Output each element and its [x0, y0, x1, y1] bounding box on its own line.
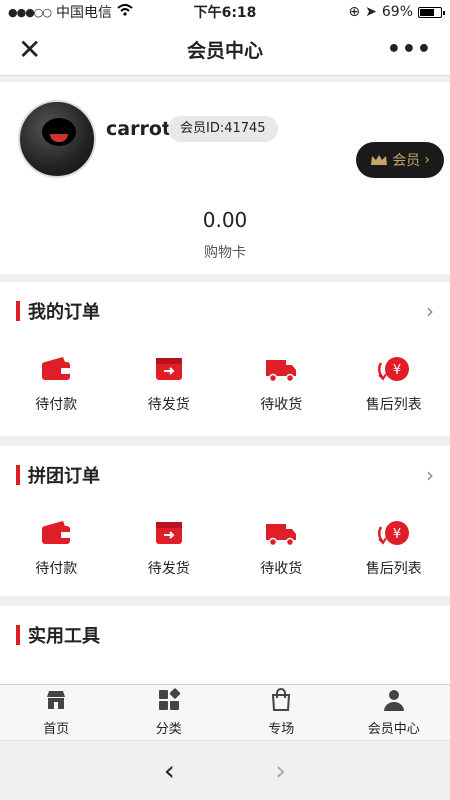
my-orders-icons: 待付款 待发货 待收货 ¥ 售后列表 [0, 340, 450, 422]
battery-icon [418, 6, 445, 18]
battery-text: 69% [381, 4, 413, 20]
my-orders-item-3[interactable]: ¥ 售后列表 [338, 340, 450, 422]
group-orders-item-2[interactable]: 待收货 [225, 504, 338, 586]
my-orders-item-2[interactable]: 待收货 [225, 340, 338, 422]
group-orders-item-0[interactable]: 待付款 [0, 504, 113, 586]
card-balance[interactable]: 0.00 [0, 208, 450, 232]
wallet-icon [39, 354, 73, 388]
profile-card: carrot 会员ID:41745 会员 › 0.00 购物卡 [0, 82, 450, 274]
carrier-text: 中国电信 [56, 5, 112, 21]
member-id-badge: 会员ID:41745 [168, 116, 278, 142]
yen-refund-icon: ¥ [377, 354, 411, 388]
wifi-icon [117, 4, 133, 20]
tab-label: 首页 [43, 722, 70, 737]
tab-label: 分类 [155, 722, 182, 737]
my-orders-item-label: 售后列表 [365, 397, 422, 413]
group-orders-item-3[interactable]: ¥ 售后列表 [338, 504, 450, 586]
my-orders-header[interactable]: 我的订单 › [0, 282, 450, 340]
tab-0[interactable]: 首页 [0, 685, 113, 740]
signal-icon: ●●●○○ [8, 5, 52, 19]
section-marker [16, 625, 20, 645]
my-orders-item-label: 待付款 [35, 397, 78, 413]
tab-3[interactable]: 会员中心 [338, 685, 450, 740]
truck-icon [264, 518, 298, 552]
group-orders-section: 拼团订单 › 待付款 待发货 待收货 ¥ 售后列表 [0, 446, 450, 596]
bag-icon [269, 688, 293, 716]
my-orders-item-label: 待收货 [260, 397, 303, 413]
my-orders-item-0[interactable]: 待付款 [0, 340, 113, 422]
yen-refund-icon: ¥ [377, 518, 411, 552]
tab-bar: 首页 分类 专场 会员中心 [0, 684, 450, 740]
tab-label: 会员中心 [367, 722, 420, 737]
more-icon[interactable]: ••• [387, 37, 432, 62]
box-icon [152, 518, 186, 552]
section-marker [16, 465, 20, 485]
group-orders-item-label: 待发货 [147, 561, 190, 577]
my-orders-item-label: 待发货 [147, 397, 190, 413]
forward-arrow-icon[interactable]: › [275, 754, 286, 787]
nav-bar: ✕ 会员中心 ••• [0, 24, 450, 76]
tab-label: 专场 [268, 722, 295, 737]
group-orders-item-label: 售后列表 [365, 561, 422, 577]
group-orders-title: 拼团订单 [28, 466, 100, 487]
chevron-right-icon: › [424, 152, 430, 168]
username: carrot [106, 118, 171, 140]
box-icon [152, 354, 186, 388]
group-orders-icons: 待付款 待发货 待收货 ¥ 售后列表 [0, 504, 450, 586]
svg-text:¥: ¥ [393, 527, 401, 542]
tools-section: 实用工具 [0, 606, 450, 684]
my-orders-title: 我的订单 [28, 302, 100, 323]
group-orders-header[interactable]: 拼团订单 › [0, 446, 450, 504]
member-button[interactable]: 会员 › [356, 142, 444, 178]
chevron-right-icon[interactable]: › [426, 463, 434, 487]
card-balance-label: 购物卡 [204, 245, 246, 261]
tab-2[interactable]: 专场 [225, 685, 338, 740]
status-bar: ●●●○○ 中国电信 下午6:18 ⊕ ➤ 69% [0, 0, 450, 24]
group-orders-item-label: 待付款 [35, 561, 78, 577]
crown-icon [371, 155, 388, 165]
tools-title: 实用工具 [28, 626, 100, 647]
member-button-label: 会员 [392, 153, 421, 169]
my-orders-item-1[interactable]: 待发货 [113, 340, 226, 422]
avatar[interactable] [18, 100, 96, 178]
chevron-right-icon[interactable]: › [426, 299, 434, 323]
wallet-icon [39, 518, 73, 552]
truck-icon [264, 354, 298, 388]
section-marker [16, 301, 20, 321]
close-icon[interactable]: ✕ [18, 35, 41, 64]
tab-1[interactable]: 分类 [113, 685, 226, 740]
group-orders-item-label: 待收货 [260, 561, 303, 577]
user-icon [382, 688, 406, 716]
grid-icon [157, 688, 181, 716]
lock-rotation-icon: ⊕ [348, 4, 361, 20]
browser-toolbar: ‹ › [0, 740, 450, 800]
svg-text:¥: ¥ [393, 363, 401, 378]
location-icon: ➤ [365, 4, 377, 20]
my-orders-section: 我的订单 › 待付款 待发货 待收货 ¥ 售后列表 [0, 282, 450, 436]
group-orders-item-1[interactable]: 待发货 [113, 504, 226, 586]
tools-header: 实用工具 [0, 606, 450, 664]
shop-icon [44, 688, 68, 716]
page-title: 会员中心 [186, 40, 263, 62]
back-arrow-icon[interactable]: ‹ [164, 754, 175, 787]
